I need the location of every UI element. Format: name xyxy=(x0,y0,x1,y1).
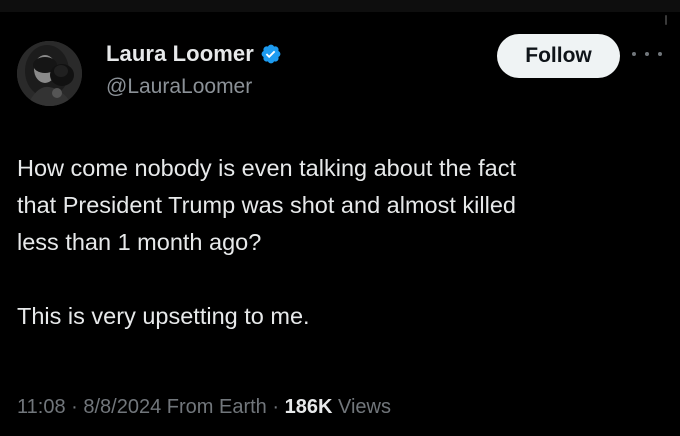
tweet-line: This is very upsetting to me. xyxy=(17,303,310,329)
author-name-row[interactable]: Laura Loomer xyxy=(106,41,282,67)
tweet-date[interactable]: 8/8/2024 xyxy=(83,396,161,418)
more-dot xyxy=(645,52,649,56)
tweet-time[interactable]: 11:08 xyxy=(17,396,66,418)
meta-separator: · xyxy=(65,396,84,418)
verified-badge-icon xyxy=(261,44,281,64)
more-horizontal-icon[interactable] xyxy=(632,48,662,60)
tweet-line: less than 1 month ago? xyxy=(17,229,262,255)
views-label[interactable]: Views xyxy=(338,396,391,418)
avatar-photo xyxy=(17,41,82,106)
tweet-source: From Earth xyxy=(166,396,267,418)
follow-button[interactable]: Follow xyxy=(497,34,620,78)
tweet-card: Laura Loomer @LauraLoomer Follow How com… xyxy=(0,0,680,436)
tweet-text: How come nobody is even talking about th… xyxy=(17,150,657,335)
meta-separator: · xyxy=(266,396,285,418)
more-dot xyxy=(632,52,636,56)
avatar[interactable] xyxy=(17,41,82,106)
tweet-line: How come nobody is even talking about th… xyxy=(17,155,517,181)
author-handle[interactable]: @LauraLoomer xyxy=(106,75,252,99)
display-name[interactable]: Laura Loomer xyxy=(106,41,254,67)
views-count[interactable]: 186K xyxy=(285,396,333,418)
tweet-meta: 11:08 · 8/8/2024 From Earth · 186K Views xyxy=(17,396,391,419)
more-dot xyxy=(658,52,662,56)
tweet-line: that President Trump was shot and almost… xyxy=(17,192,516,218)
